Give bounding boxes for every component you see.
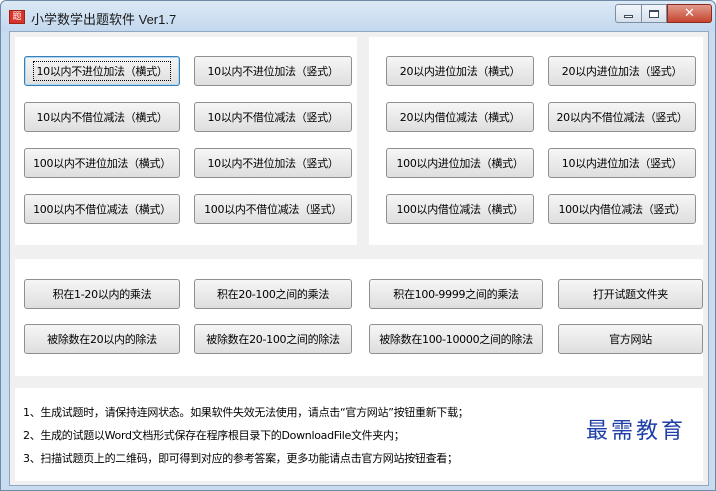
button-mult-20-100[interactable]: 积在20-100之间的乘法 [194, 279, 352, 309]
button-official-website[interactable]: 官方网站 [558, 324, 703, 354]
button-mult-1-20[interactable]: 积在1-20以内的乘法 [24, 279, 180, 309]
button-div-20-100[interactable]: 被除数在20-100之间的除法 [194, 324, 352, 354]
button-div-20[interactable]: 被除数在20以内的除法 [24, 324, 180, 354]
button-20-carry-add-vertical[interactable]: 20以内进位加法（竖式） [548, 56, 696, 86]
button-100-nocarry-add-horizontal[interactable]: 100以内不进位加法（横式） [24, 148, 180, 178]
app-logo-icon: 题 [9, 10, 25, 24]
button-20-borrow-sub-horizontal[interactable]: 20以内借位减法（横式） [386, 102, 534, 132]
button-open-folder[interactable]: 打开试题文件夹 [558, 279, 703, 309]
button-100-borrow-sub-horizontal[interactable]: 100以内借位减法（横式） [386, 194, 534, 224]
button-mult-100-9999[interactable]: 积在100-9999之间的乘法 [369, 279, 543, 309]
maximize-button[interactable] [641, 4, 667, 23]
window-title: 小学数学出题软件 Ver1.7 [31, 12, 177, 27]
button-10-noborrow-sub-vertical[interactable]: 10以内不借位减法（竖式） [194, 102, 352, 132]
button-20-carry-add-horizontal[interactable]: 20以内进位加法（横式） [386, 56, 534, 86]
button-div-100-10000[interactable]: 被除数在100-10000之间的除法 [369, 324, 543, 354]
note-line-1: 1、生成试题时，请保持连网状态。如果软件失效无法使用，请点击“官方网站”按钮重新… [23, 406, 469, 419]
panel-mult-div: 积在1-20以内的乘法 积在20-100之间的乘法 积在100-9999之间的乘… [15, 259, 703, 376]
button-10-carry-add-vertical[interactable]: 10以内进位加法（竖式） [548, 148, 696, 178]
maximize-icon [649, 9, 659, 18]
minimize-icon [624, 15, 633, 18]
panel-no-carry: 10以内不进位加法（横式） 10以内不进位加法（竖式） 10以内不借位减法（横式… [15, 37, 357, 245]
button-100-noborrow-sub-vertical[interactable]: 100以内不借位减法（竖式） [194, 194, 352, 224]
button-20-noborrow-sub-vertical[interactable]: 20以内不借位减法（竖式） [548, 102, 696, 132]
app-window: 题 小学数学出题软件 Ver1.7 ✕ 10以内不进位加法（横式） 10以内不进… [0, 0, 716, 491]
note-line-3: 3、扫描试题页上的二维码，即可得到对应的参考答案，更多功能请点击官方网站按钮查看… [23, 452, 458, 465]
button-10-nocarry-add-vertical-2[interactable]: 10以内不进位加法（竖式） [194, 148, 352, 178]
close-button[interactable]: ✕ [667, 4, 712, 23]
minimize-button[interactable] [615, 4, 642, 23]
panel-carry: 20以内进位加法（横式） 20以内进位加法（竖式） 20以内借位减法（横式） 2… [369, 37, 703, 245]
button-10-noborrow-sub-horizontal[interactable]: 10以内不借位减法（横式） [24, 102, 180, 132]
button-100-carry-add-horizontal[interactable]: 100以内进位加法（横式） [386, 148, 534, 178]
button-100-borrow-sub-vertical[interactable]: 100以内借位减法（竖式） [548, 194, 696, 224]
close-icon: ✕ [684, 6, 695, 21]
button-100-noborrow-sub-horizontal[interactable]: 100以内不借位减法（横式） [24, 194, 180, 224]
title-bar[interactable]: 题 小学数学出题软件 Ver1.7 ✕ [1, 1, 715, 31]
button-10-nocarry-add-vertical[interactable]: 10以内不进位加法（竖式） [194, 56, 352, 86]
watermark-brand: 最需教育 [586, 419, 687, 444]
button-10-nocarry-add-horizontal[interactable]: 10以内不进位加法（横式） [24, 56, 180, 86]
note-line-2: 2、生成的试题以Word文档形式保存在程序根目录下的DownloadFile文件… [23, 429, 405, 442]
